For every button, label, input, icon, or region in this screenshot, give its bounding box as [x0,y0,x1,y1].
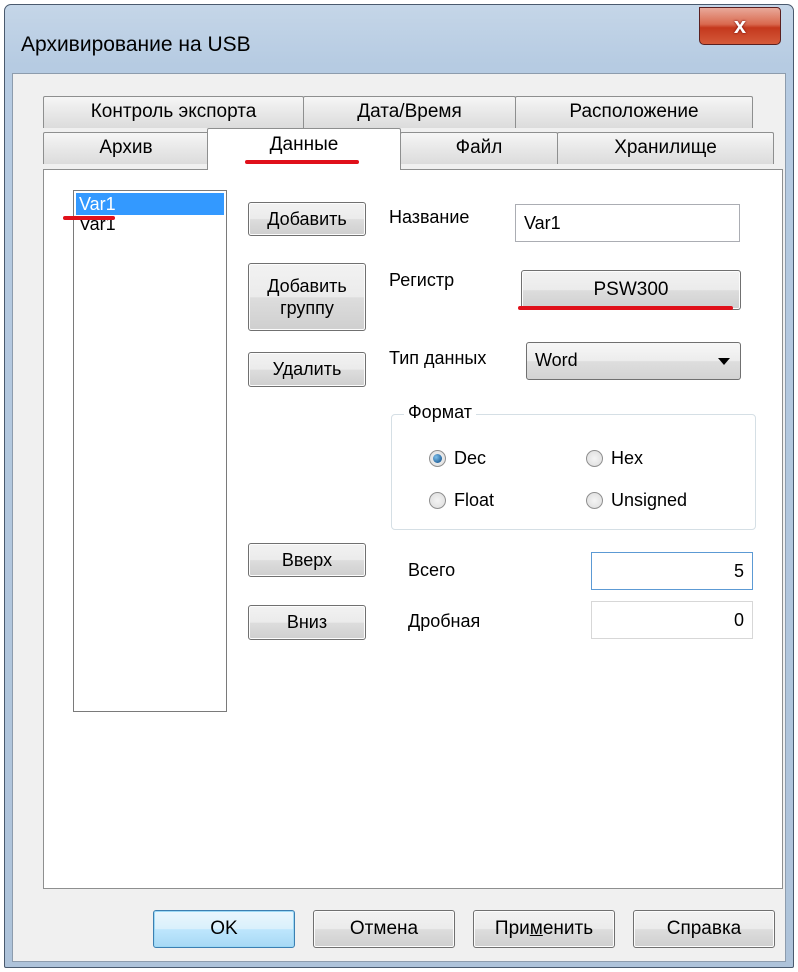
tab-label: Файл [455,137,503,158]
radio-unsigned[interactable]: Unsigned [586,490,687,511]
title-bar[interactable]: Архивирование на USB x [5,5,793,81]
move-down-button[interactable]: Вниз [248,605,366,640]
radio-label: Unsigned [611,490,688,510]
close-button[interactable]: x [699,7,781,45]
cancel-button[interactable]: Отмена [313,910,455,948]
apply-label-part: енить [542,918,594,939]
tab-date-time[interactable]: Дата/Время [303,96,516,128]
format-groupbox: Формат [391,402,756,530]
apply-label-accelerator: м [529,918,543,939]
tab-label: Архив [99,137,153,158]
datatype-select[interactable]: Word [526,342,741,380]
datatype-label: Тип данных [389,348,487,368]
register-highlight-underline [518,306,733,310]
window-title: Архивирование на USB [21,33,251,56]
radio-label: Float [454,490,495,510]
format-group-title: Формат [404,402,476,423]
radio-label: Dec [454,448,487,468]
tab-label: Расположение [569,101,699,122]
radio-float[interactable]: Float [429,490,494,511]
add-group-button[interactable]: Добавить группу [248,263,366,331]
dialog-window: Архивирование на USB x Контроль экспорта… [4,4,794,968]
close-icon: x [733,13,747,38]
fraction-field[interactable]: 0 [591,601,753,639]
chevron-down-icon [718,358,730,365]
name-label: Название [389,207,470,227]
register-label: Регистр [389,270,455,290]
tab-label: Хранилище [614,137,717,158]
move-up-button[interactable]: Вверх [248,543,366,577]
radio-unchecked-icon [429,492,446,509]
total-label: Всего [408,560,456,580]
delete-button[interactable]: Удалить [248,352,366,387]
radio-unchecked-icon [586,492,603,509]
tab-highlight-underline [245,160,359,164]
radio-checked-icon [429,450,446,467]
tab-archive[interactable]: Архив [43,132,209,164]
list-item[interactable]: Var1 [76,193,224,215]
apply-label-part: При [494,918,530,939]
list-highlight-underline [63,216,115,220]
tab-label: Контроль экспорта [90,101,257,122]
tab-label: Данные [269,134,339,155]
apply-button[interactable]: Применить [473,910,615,948]
add-group-label-line2: группу [280,298,334,318]
help-button[interactable]: Справка [633,910,775,948]
radio-dec[interactable]: Dec [429,448,486,469]
name-field[interactable]: Var1 [515,204,740,242]
add-group-label-line1: Добавить [267,276,347,296]
radio-label: Hex [611,448,644,468]
radio-hex[interactable]: Hex [586,448,643,469]
tab-export-control[interactable]: Контроль экспорта [43,96,304,128]
variable-list[interactable]: Var1 Var1 [73,190,227,712]
total-field[interactable]: 5 [591,552,753,590]
tab-storage[interactable]: Хранилище [557,132,774,164]
tab-location[interactable]: Расположение [515,96,753,128]
dialog-client-area: Контроль экспорта Дата/Время Расположени… [12,73,786,962]
fraction-label: Дробная [408,611,481,631]
tab-file[interactable]: Файл [400,132,558,164]
radio-unchecked-icon [586,450,603,467]
ok-button[interactable]: OK [153,910,295,948]
add-button[interactable]: Добавить [248,202,366,236]
register-button[interactable]: PSW300 [521,270,741,310]
tab-label: Дата/Время [357,101,462,122]
datatype-value: Word [535,350,578,370]
